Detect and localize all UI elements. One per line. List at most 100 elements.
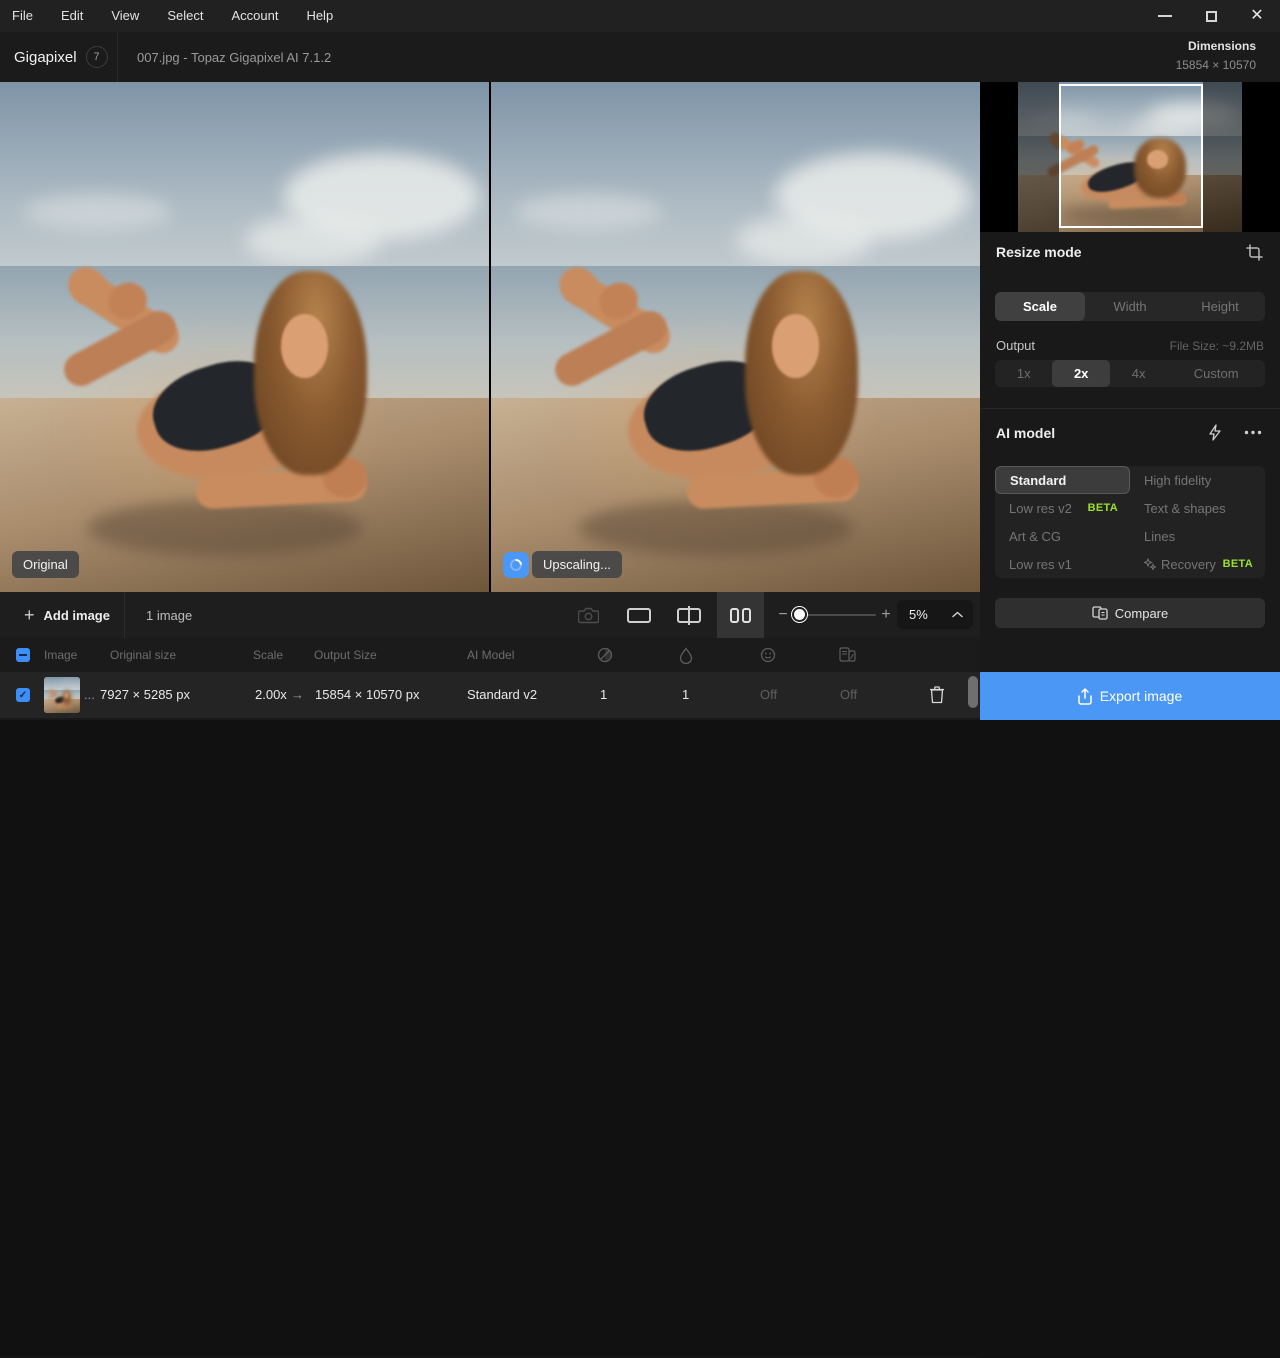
scale-1x-button[interactable]: 1x bbox=[995, 360, 1052, 387]
viewport-indicator[interactable] bbox=[1059, 84, 1203, 228]
original-pane[interactable]: Original bbox=[0, 82, 489, 592]
progress-spinner-box bbox=[503, 552, 529, 578]
tab-width[interactable]: Width bbox=[1085, 292, 1175, 321]
table-row[interactable]: ✓ ... 7927 × 5285 px 2.00x → 15854 × 105… bbox=[0, 672, 980, 718]
zoom-level-value: 5% bbox=[909, 607, 928, 622]
row-deblur-value[interactable]: 1 bbox=[682, 687, 689, 702]
side-by-side-button[interactable] bbox=[717, 592, 764, 638]
output-label: Output bbox=[996, 338, 1035, 353]
model-recovery[interactable]: Recovery BETA bbox=[1130, 550, 1265, 578]
col-scale: Scale bbox=[253, 648, 283, 662]
delete-row-button[interactable] bbox=[929, 685, 945, 704]
add-image-button[interactable]: + Add image bbox=[24, 592, 110, 638]
model-standard[interactable]: Standard bbox=[995, 466, 1130, 494]
preview-pane[interactable]: Upscaling... bbox=[491, 82, 980, 592]
denoise-column-icon bbox=[597, 647, 613, 663]
menu-help[interactable]: Help bbox=[292, 0, 347, 32]
minimize-button[interactable] bbox=[1142, 0, 1188, 32]
settings-panel: Resize mode Scale Width Height Output Fi… bbox=[980, 82, 1280, 672]
ellipsis-icon bbox=[1244, 430, 1262, 435]
compare-button[interactable]: Compare bbox=[995, 598, 1265, 628]
row-output-size: 15854 × 10570 px bbox=[315, 687, 419, 702]
menu-file[interactable]: File bbox=[0, 0, 47, 32]
export-icon bbox=[1078, 688, 1092, 705]
ai-model-title: AI model bbox=[996, 425, 1055, 441]
menu-edit[interactable]: Edit bbox=[47, 0, 97, 32]
dimensions-readout: Dimensions 15854 × 10570 bbox=[1176, 39, 1256, 72]
row-filename: ... bbox=[84, 687, 95, 702]
model-high-fidelity[interactable]: High fidelity bbox=[1130, 466, 1265, 494]
toolbar-divider bbox=[124, 592, 125, 638]
model-art-cg[interactable]: Art & CG bbox=[995, 522, 1130, 550]
col-original-size: Original size bbox=[110, 648, 176, 662]
resize-mode-tabs: Scale Width Height bbox=[995, 292, 1265, 321]
camera-icon bbox=[578, 607, 599, 624]
spinner-icon bbox=[508, 556, 525, 573]
photo-cloud bbox=[245, 215, 382, 266]
photo-face bbox=[281, 314, 327, 378]
version-badge: 7 bbox=[86, 46, 108, 68]
trash-icon bbox=[929, 685, 945, 704]
close-button[interactable]: ✕ bbox=[1234, 0, 1280, 32]
col-image: Image bbox=[44, 648, 77, 662]
gamma-column-icon bbox=[839, 647, 856, 663]
export-image-button[interactable]: Export image bbox=[980, 672, 1280, 720]
col-output-size: Output Size bbox=[314, 648, 377, 662]
menu-view[interactable]: View bbox=[97, 0, 153, 32]
model-text-shapes[interactable]: Text & shapes bbox=[1130, 494, 1265, 522]
upscaling-status: Upscaling... bbox=[503, 551, 622, 578]
gigapixel-window: File Edit View Select Account Help ✕ Gig… bbox=[0, 0, 1280, 720]
select-all-checkbox[interactable] bbox=[16, 648, 30, 662]
lightning-icon bbox=[1208, 424, 1222, 441]
compare-icon bbox=[1092, 606, 1108, 620]
row-face-recovery-value[interactable]: Off bbox=[760, 687, 777, 702]
snapshot-button[interactable] bbox=[574, 592, 602, 638]
scale-4x-button[interactable]: 4x bbox=[1110, 360, 1167, 387]
model-low-res-v1[interactable]: Low res v1 bbox=[995, 550, 1130, 578]
scale-custom-button[interactable]: Custom bbox=[1167, 360, 1265, 387]
crop-button[interactable] bbox=[1244, 242, 1264, 262]
dimensions-value: 15854 × 10570 bbox=[1176, 58, 1256, 72]
beach-photo bbox=[44, 677, 80, 713]
plus-icon: + bbox=[24, 605, 35, 626]
tab-scale[interactable]: Scale bbox=[995, 292, 1085, 321]
table-scrollbar[interactable] bbox=[968, 676, 978, 708]
tab-height[interactable]: Height bbox=[1175, 292, 1265, 321]
zoom-slider-knob[interactable] bbox=[792, 607, 807, 622]
zoom-out-button[interactable]: − bbox=[774, 592, 792, 638]
ai-model-grid: Standard High fidelity Low res v2BETA Te… bbox=[995, 466, 1265, 578]
menu-select[interactable]: Select bbox=[153, 0, 217, 32]
file-table: Image Original size Scale Output Size AI… bbox=[0, 638, 980, 720]
auto-model-button[interactable] bbox=[1205, 422, 1225, 442]
model-options-button[interactable] bbox=[1242, 422, 1264, 442]
navigation-thumbnail[interactable] bbox=[980, 82, 1280, 232]
photo-cloud bbox=[736, 215, 873, 266]
file-size-estimate: File Size: ~9.2MB bbox=[1170, 339, 1264, 353]
maximize-button[interactable] bbox=[1188, 0, 1234, 32]
original-badge: Original bbox=[12, 551, 79, 578]
scale-2x-button[interactable]: 2x bbox=[1052, 360, 1109, 387]
zoom-in-button[interactable]: + bbox=[877, 592, 895, 638]
row-checkbox[interactable]: ✓ bbox=[16, 688, 30, 702]
document-title: 007.jpg - Topaz Gigapixel AI 7.1.2 bbox=[137, 32, 331, 82]
beta-badge: BETA bbox=[1223, 558, 1253, 570]
row-ai-model: Standard v2 bbox=[467, 687, 537, 702]
split-view-button[interactable] bbox=[672, 592, 706, 638]
photo-face bbox=[65, 693, 68, 698]
row-scale: 2.00x bbox=[255, 687, 287, 702]
single-view-button[interactable] bbox=[622, 592, 656, 638]
row-denoise-value[interactable]: 1 bbox=[600, 687, 607, 702]
zoom-level-dropdown[interactable]: 5% bbox=[897, 600, 973, 629]
model-low-res-v2[interactable]: Low res v2BETA bbox=[995, 494, 1130, 522]
row-gamma-value[interactable]: Off bbox=[840, 687, 857, 702]
photo-cloud bbox=[515, 194, 662, 230]
maximize-icon bbox=[1206, 11, 1217, 22]
app-brand: Gigapixel 7 bbox=[0, 32, 118, 82]
model-lines[interactable]: Lines bbox=[1130, 522, 1265, 550]
image-count: 1 image bbox=[146, 592, 192, 638]
crop-icon bbox=[1246, 244, 1263, 261]
upscaling-badge: Upscaling... bbox=[532, 551, 622, 578]
panel-divider bbox=[980, 408, 1280, 409]
menu-account[interactable]: Account bbox=[217, 0, 292, 32]
side-by-side-icon bbox=[730, 608, 751, 623]
